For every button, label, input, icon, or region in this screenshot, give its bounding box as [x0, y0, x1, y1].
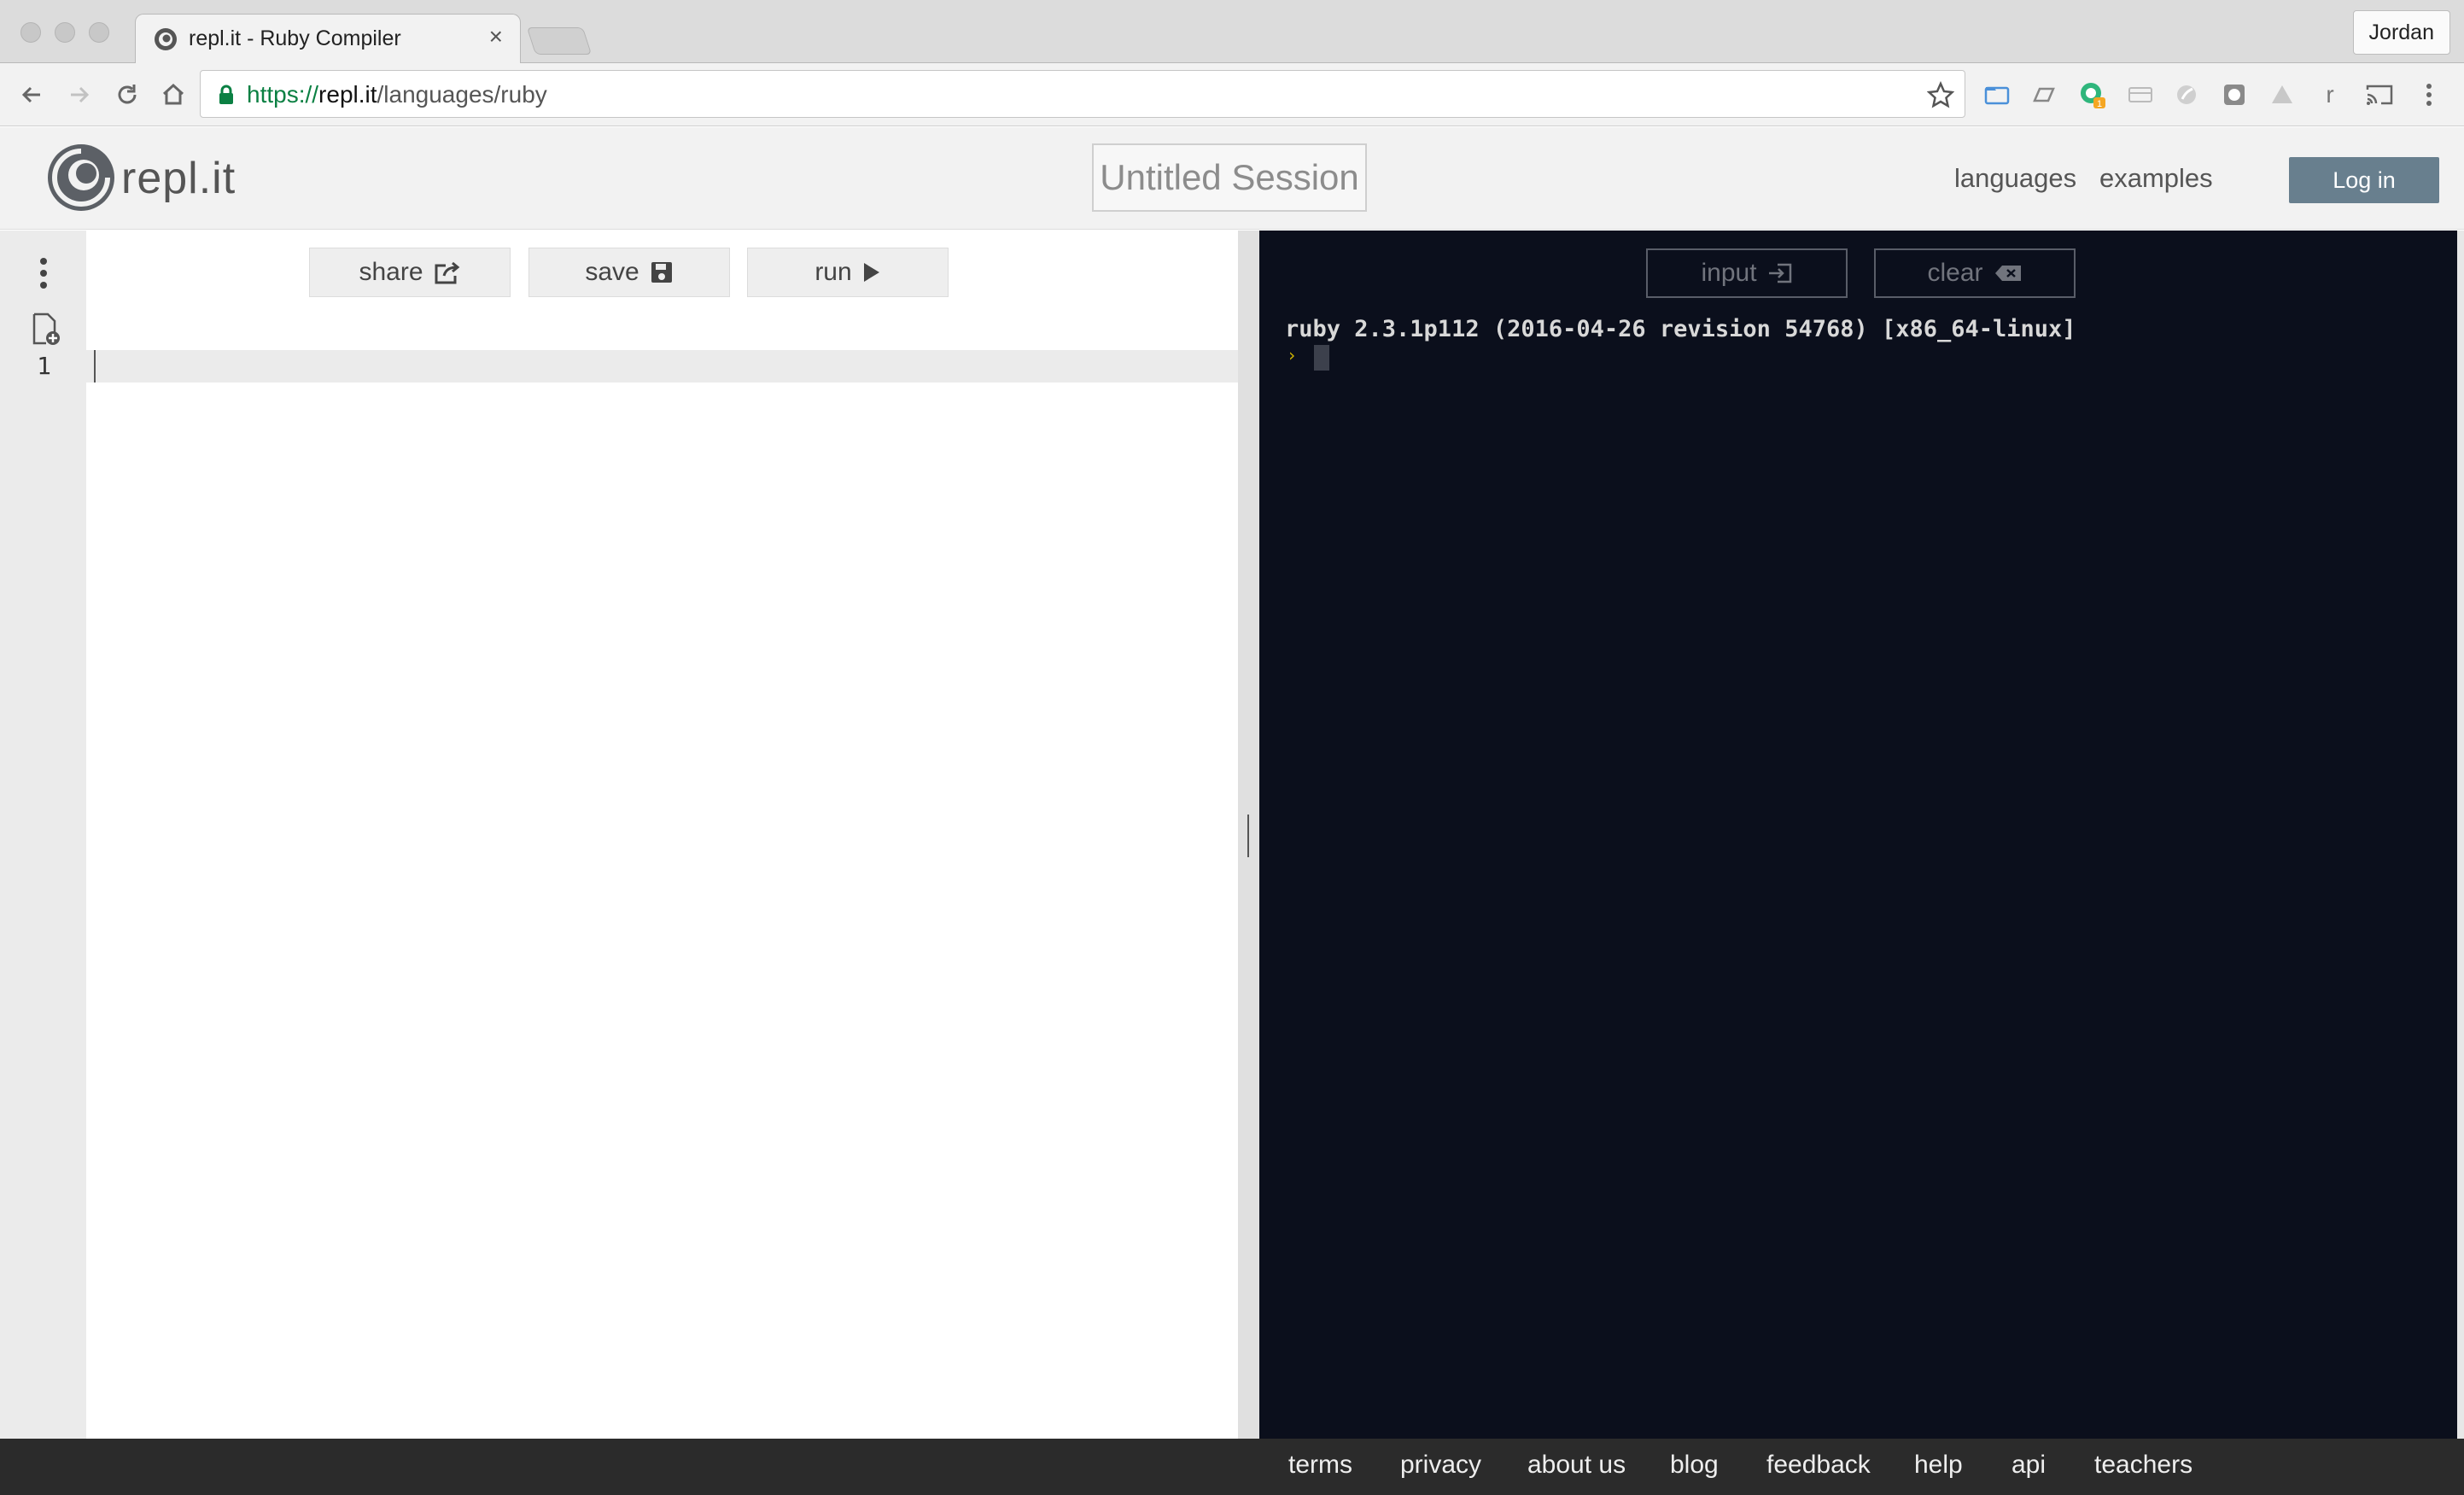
box-icon[interactable] — [2220, 80, 2249, 109]
home-button[interactable] — [155, 77, 191, 113]
footer-link-feedback[interactable]: feedback — [1766, 1451, 1871, 1480]
play-icon — [863, 263, 879, 282]
feather-icon[interactable] — [2172, 80, 2201, 109]
more-options-icon[interactable] — [31, 256, 56, 290]
backspace-icon — [1994, 266, 2021, 281]
input-label: input — [1701, 259, 1757, 287]
run-label: run — [815, 258, 852, 286]
reload-icon — [118, 85, 137, 104]
share-label: share — [359, 258, 423, 286]
share-button[interactable]: share — [309, 248, 511, 297]
address-bar[interactable]: https://repl.it/languages/ruby — [200, 70, 1965, 118]
code-editor-pane: 1 share save run — [0, 231, 1238, 1439]
forward-arrow-icon — [71, 86, 90, 103]
save-button[interactable]: save — [528, 248, 730, 297]
footer-link-teachers[interactable]: teachers — [2094, 1451, 2192, 1480]
editor-cursor[interactable] — [94, 350, 96, 383]
cast-icon[interactable] — [2365, 80, 2394, 109]
run-button[interactable]: run — [747, 248, 949, 297]
footer-link-privacy[interactable]: privacy — [1400, 1451, 1481, 1480]
repl-logo-icon[interactable] — [46, 143, 116, 213]
browser-menu-icon[interactable] — [2414, 80, 2444, 109]
grammarly-icon[interactable]: 1 — [2078, 80, 2107, 109]
url-path: /languages/ruby — [377, 81, 547, 108]
window-zoom-button[interactable] — [89, 22, 109, 43]
lock-icon — [219, 85, 233, 104]
new-tab-button[interactable] — [526, 27, 593, 55]
console-version-output: ruby 2.3.1p112 (2016-04-26 revision 5476… — [1285, 316, 2076, 342]
console-pane[interactable]: input clear ruby 2.3.1p112 (2016-04-26 r… — [1259, 231, 2457, 1439]
session-title[interactable]: Untitled Session — [1092, 143, 1367, 212]
window-edge — [2457, 231, 2464, 1439]
tab-title: repl.it - Ruby Compiler — [189, 26, 401, 50]
r-icon[interactable]: r — [2315, 80, 2344, 109]
save-label: save — [585, 258, 639, 286]
back-button[interactable] — [14, 77, 50, 113]
extension-badge: 1 — [2097, 99, 2102, 109]
input-button[interactable]: input — [1646, 248, 1848, 298]
footer-link-blog[interactable]: blog — [1670, 1451, 1719, 1480]
nav-examples-link[interactable]: examples — [2099, 163, 2213, 194]
repl-favicon-icon — [155, 28, 177, 50]
footer-link-terms[interactable]: terms — [1288, 1451, 1352, 1480]
app-header: repl.it Untitled Session languages examp… — [0, 127, 2464, 230]
tab-close-icon[interactable]: × — [489, 25, 503, 49]
console-prompt-icon: › — [1287, 345, 1298, 365]
editor-gutter — [0, 231, 86, 1439]
browser-toolbar: https://repl.it/languages/ruby 1 r — [0, 63, 2464, 126]
window-minimize-button[interactable] — [55, 22, 75, 43]
login-button[interactable]: Log in — [2289, 157, 2439, 203]
bookmark-star-icon[interactable] — [1927, 81, 1954, 108]
input-icon — [1768, 263, 1791, 283]
browser-tab-strip: repl.it - Ruby Compiler × Jordan — [0, 0, 2464, 64]
floppy-icon — [651, 262, 672, 283]
profile-button[interactable]: Jordan — [2352, 10, 2450, 55]
home-icon — [162, 83, 184, 105]
footer: terms privacy about us blog feedback hel… — [0, 1439, 2464, 1495]
share-icon — [435, 261, 459, 284]
browser-tab-active[interactable]: repl.it - Ruby Compiler × — [135, 14, 521, 64]
line-number: 1 — [37, 352, 51, 380]
brand-wordmark[interactable]: repl.it — [121, 153, 236, 204]
url-scheme: https:// — [247, 81, 319, 108]
resize-grip[interactable] — [1247, 815, 1249, 857]
card-icon[interactable] — [2126, 80, 2155, 109]
footer-link-about-us[interactable]: about us — [1527, 1451, 1626, 1480]
forward-button[interactable] — [61, 77, 97, 113]
clear-button[interactable]: clear — [1874, 248, 2076, 298]
pane-resize-handle[interactable] — [1238, 231, 1259, 1439]
reload-button[interactable] — [109, 77, 145, 113]
url-text: https://repl.it/languages/ruby — [247, 81, 547, 108]
console-cursor[interactable] — [1314, 345, 1329, 371]
active-line-highlight — [0, 350, 1238, 383]
drive-icon[interactable] — [2030, 80, 2059, 109]
back-arrow-icon — [21, 86, 40, 103]
footer-link-api[interactable]: api — [2011, 1451, 2046, 1480]
nav-languages-link[interactable]: languages — [1954, 163, 2076, 194]
cloud-icon[interactable] — [2268, 80, 2297, 109]
folder-icon[interactable] — [1982, 80, 2011, 109]
footer-link-help[interactable]: help — [1914, 1451, 1963, 1480]
window-close-button[interactable] — [20, 22, 41, 43]
add-file-icon[interactable] — [31, 312, 61, 347]
clear-label: clear — [1927, 259, 1983, 287]
url-host: repl.it — [318, 81, 377, 108]
